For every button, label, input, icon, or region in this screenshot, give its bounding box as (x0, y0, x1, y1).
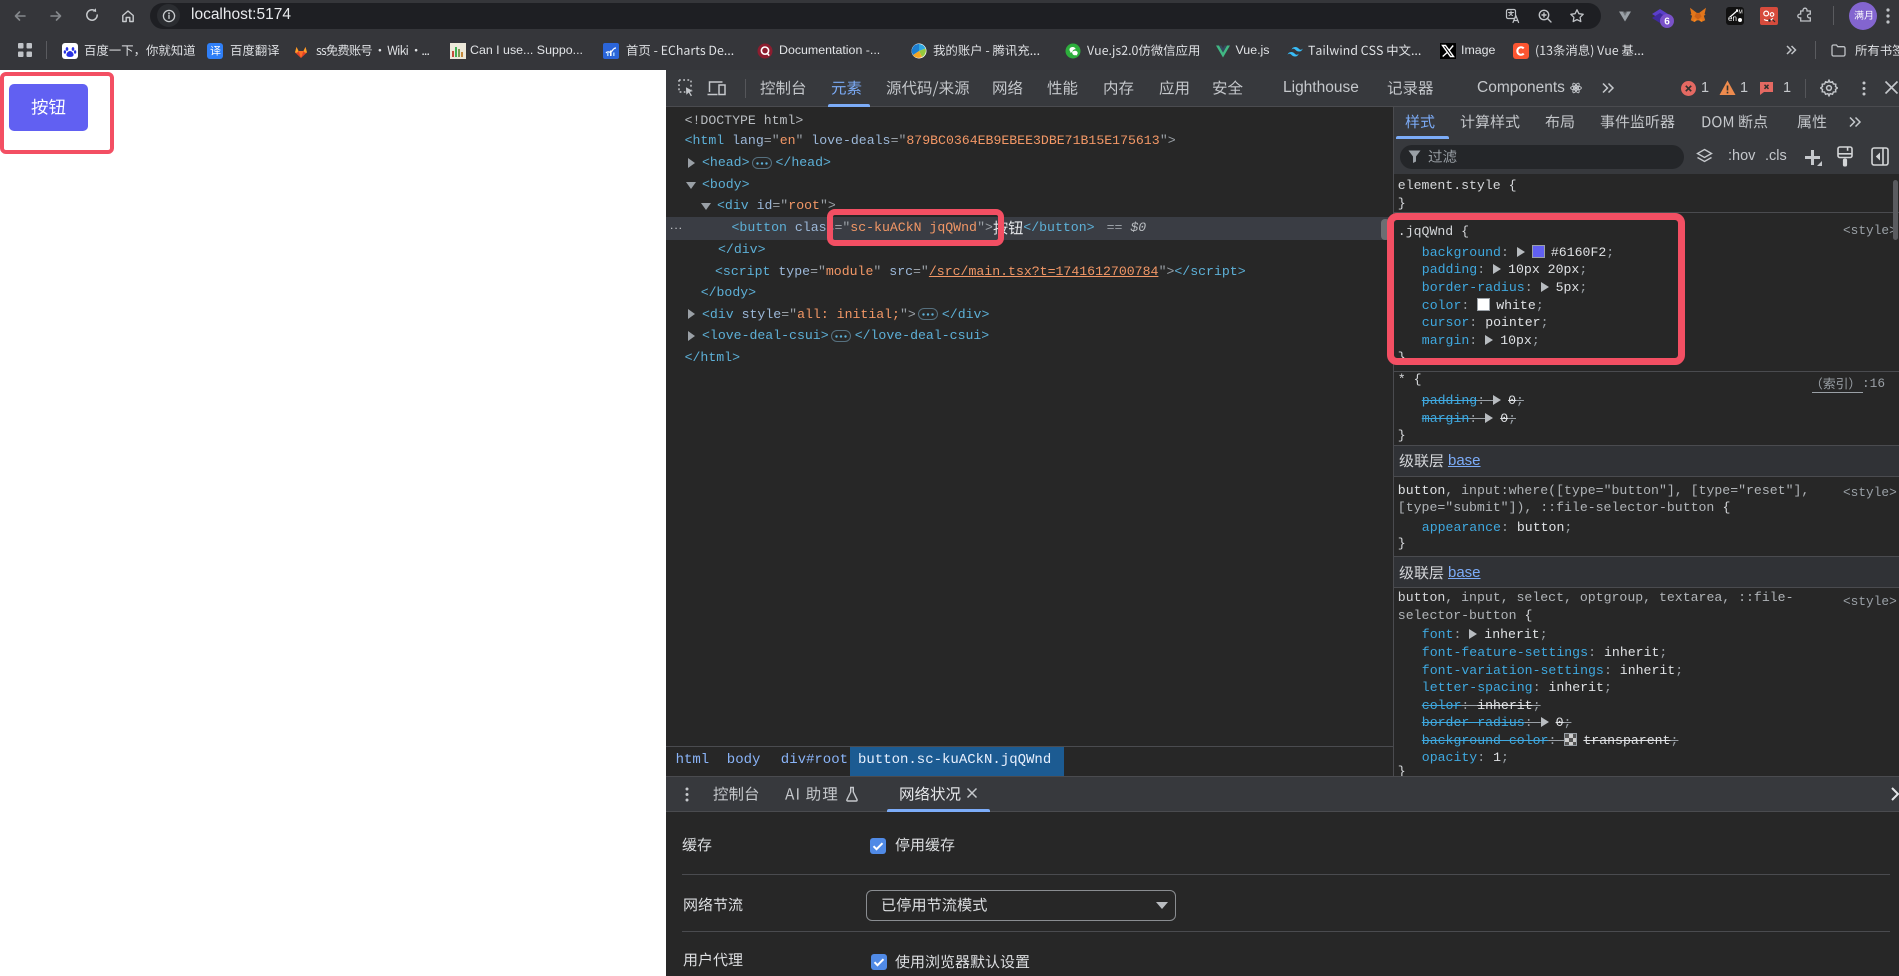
svg-text:M: M (1739, 10, 1743, 16)
svg-text:6: 6 (1664, 17, 1670, 28)
